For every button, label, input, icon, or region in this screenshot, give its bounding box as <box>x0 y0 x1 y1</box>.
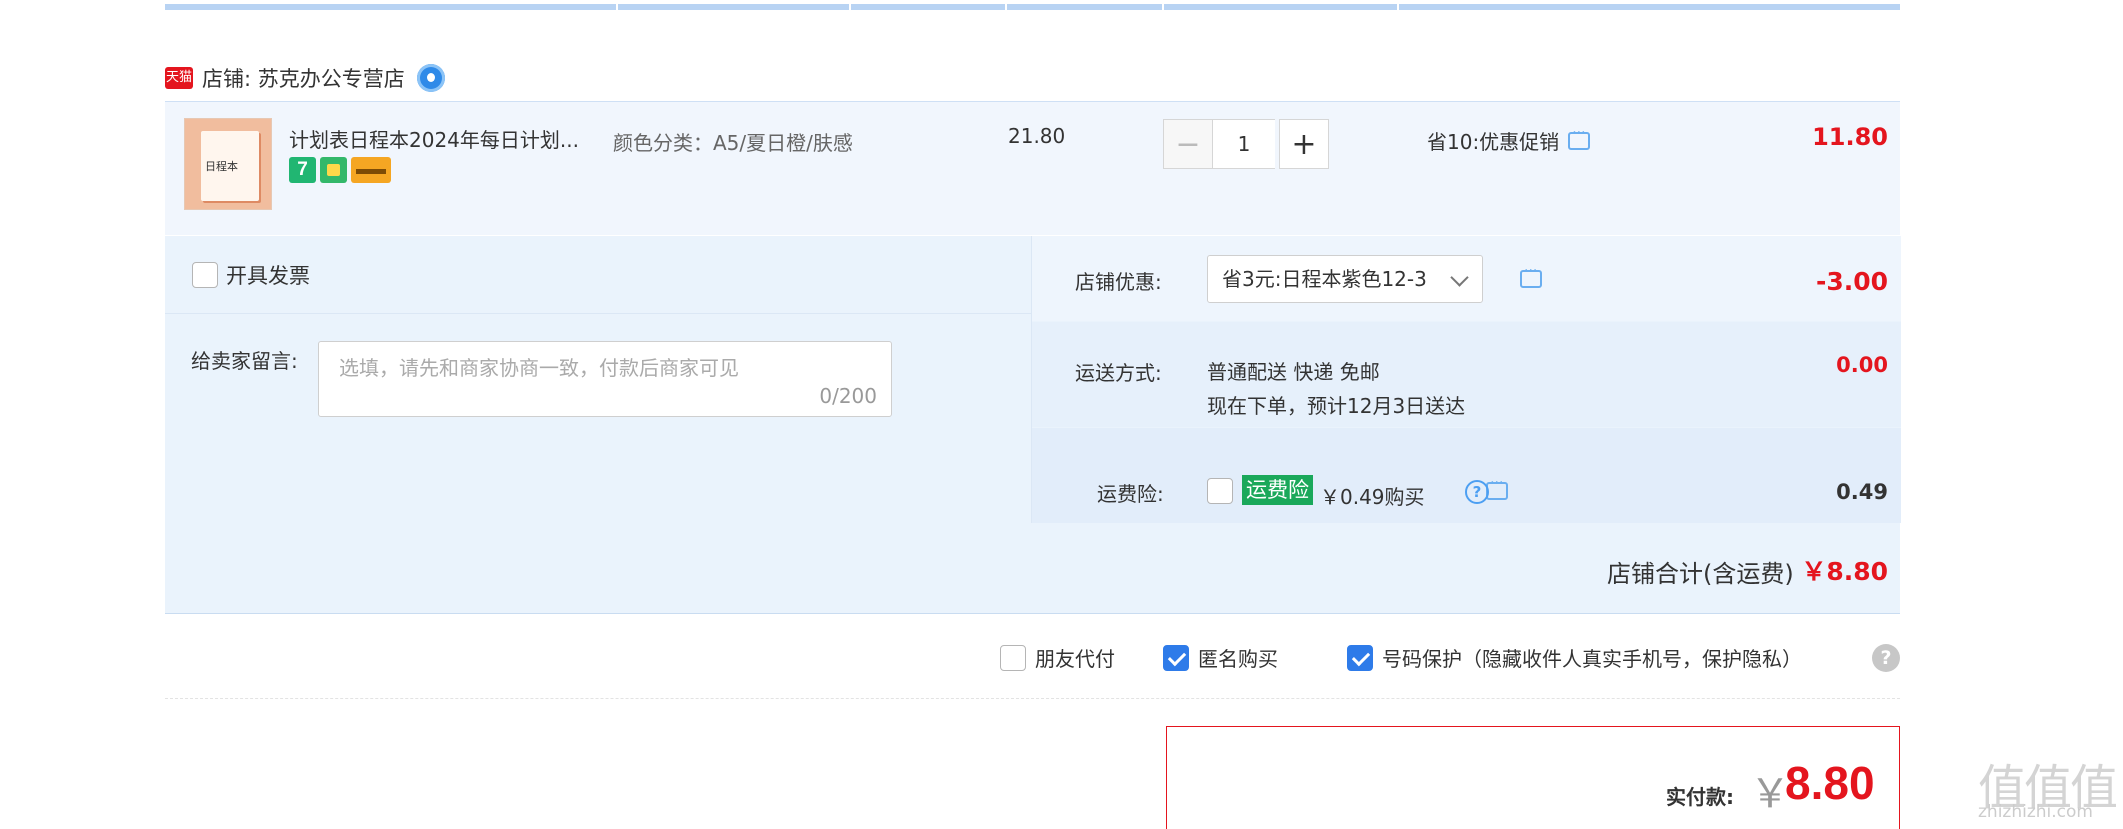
payment-currency: ￥ <box>1750 771 1790 817</box>
shop-total-amount: ￥8.80 <box>1801 557 1888 586</box>
friend-pay-label: 朋友代付 <box>1035 647 1115 671</box>
product-sku: 颜色分类：A5/夏日橙/肤感 <box>613 131 853 155</box>
table-header-strip <box>165 4 1900 10</box>
product-thumbnail[interactable]: 日程本 <box>184 118 272 210</box>
shop-discount-amount: -3.00 <box>1815 267 1888 296</box>
service-badges: 7 <box>289 157 391 183</box>
payment-label: 实付款: <box>1666 785 1734 809</box>
shipping-insurance-tag: 运费险 <box>1242 475 1313 505</box>
invoice-label: 开具发票 <box>226 264 310 288</box>
item-promotion: 省10:优惠促销 <box>1427 125 1591 155</box>
seven-day-return-icon: 7 <box>289 157 316 183</box>
friend-pay-checkbox[interactable] <box>1000 644 1026 671</box>
insurance-help-icon[interactable]: ? <box>1465 480 1489 504</box>
quantity-stepper: − 1 + <box>1163 119 1329 169</box>
shop-discount-value: 省3元:日程本紫色12-3 <box>1222 267 1427 291</box>
shipping-insurance-label: 运费险: <box>1097 482 1164 506</box>
number-protection-option[interactable]: 号码保护（隐藏收件人真实手机号，保护隐私） <box>1347 643 1802 672</box>
discount-comment-icon[interactable] <box>1520 263 1542 288</box>
shop-name-link[interactable]: 店铺: 苏克办公专营店 <box>202 63 405 93</box>
wangwang-chat-icon[interactable] <box>416 64 445 92</box>
options-help-icon[interactable]: ? <box>1872 644 1900 672</box>
watermark-url: zhizhizhi.com <box>1978 802 2093 822</box>
shipping-amount: 0.00 <box>1836 353 1888 377</box>
promotion-text: 省10:优惠促销 <box>1427 130 1560 154</box>
shipping-insurance-price: ￥0.49购买 <box>1320 485 1425 509</box>
shipping-eta: 现在下单，预计12月3日送达 <box>1207 394 1466 418</box>
thumbnail-text: 日程本 <box>205 160 238 173</box>
shipping-label: 运送方式: <box>1075 361 1162 385</box>
chevron-down-icon <box>1450 268 1469 287</box>
number-protection-checkbox[interactable] <box>1347 644 1373 671</box>
shopping-bag-icon <box>320 157 347 183</box>
promo-comment-icon[interactable] <box>1568 125 1591 150</box>
invoice-checkbox[interactable] <box>192 262 218 288</box>
shipping-method: 普通配送 快递 免邮 <box>1207 360 1380 384</box>
tmall-icon: 天猫 <box>165 67 193 89</box>
insurance-comment-icon[interactable] <box>1486 475 1509 500</box>
invoice-option[interactable]: 开具发票 <box>192 260 310 290</box>
seller-message-label: 给卖家留言: <box>191 349 298 373</box>
credit-card-icon <box>351 157 391 183</box>
item-subtotal: 11.80 <box>1812 123 1888 151</box>
anonymous-purchase-checkbox[interactable] <box>1163 644 1189 671</box>
decrease-quantity-button[interactable]: − <box>1163 119 1213 169</box>
shop-discount-label: 店铺优惠: <box>1075 270 1162 294</box>
anonymous-purchase-label: 匿名购买 <box>1198 647 1278 671</box>
shop-total-label: 店铺合计(含运费) <box>1607 560 1794 588</box>
anonymous-purchase-option[interactable]: 匿名购买 <box>1163 643 1278 672</box>
seller-message-counter: 0/200 <box>819 384 877 408</box>
divider <box>165 698 1900 699</box>
seller-message-input[interactable]: 选填，请先和商家协商一致，付款后商家可见 0/200 <box>318 341 892 417</box>
shipping-insurance-amount: 0.49 <box>1836 480 1888 504</box>
cart-item-row <box>165 101 1900 235</box>
shop-discount-select[interactable]: 省3元:日程本紫色12-3 <box>1207 255 1483 303</box>
shipping-insurance-checkbox[interactable] <box>1207 478 1233 504</box>
number-protection-label: 号码保护（隐藏收件人真实手机号，保护隐私） <box>1382 647 1802 671</box>
order-options: 朋友代付 匿名购买 号码保护（隐藏收件人真实手机号，保护隐私） <box>1000 643 1802 672</box>
seller-message-placeholder: 选填，请先和商家协商一致，付款后商家可见 <box>339 356 739 380</box>
payment-amount: 8.80 <box>1785 757 1875 809</box>
product-title-link[interactable]: 计划表日程本2024年每日计划... <box>289 124 589 153</box>
unit-price: 21.80 <box>1008 124 1066 148</box>
increase-quantity-button[interactable]: + <box>1279 119 1329 169</box>
friend-pay-option[interactable]: 朋友代付 <box>1000 643 1115 672</box>
shop-header: 天猫 店铺: 苏克办公专营店 <box>165 60 445 96</box>
quantity-input[interactable]: 1 <box>1213 119 1275 169</box>
